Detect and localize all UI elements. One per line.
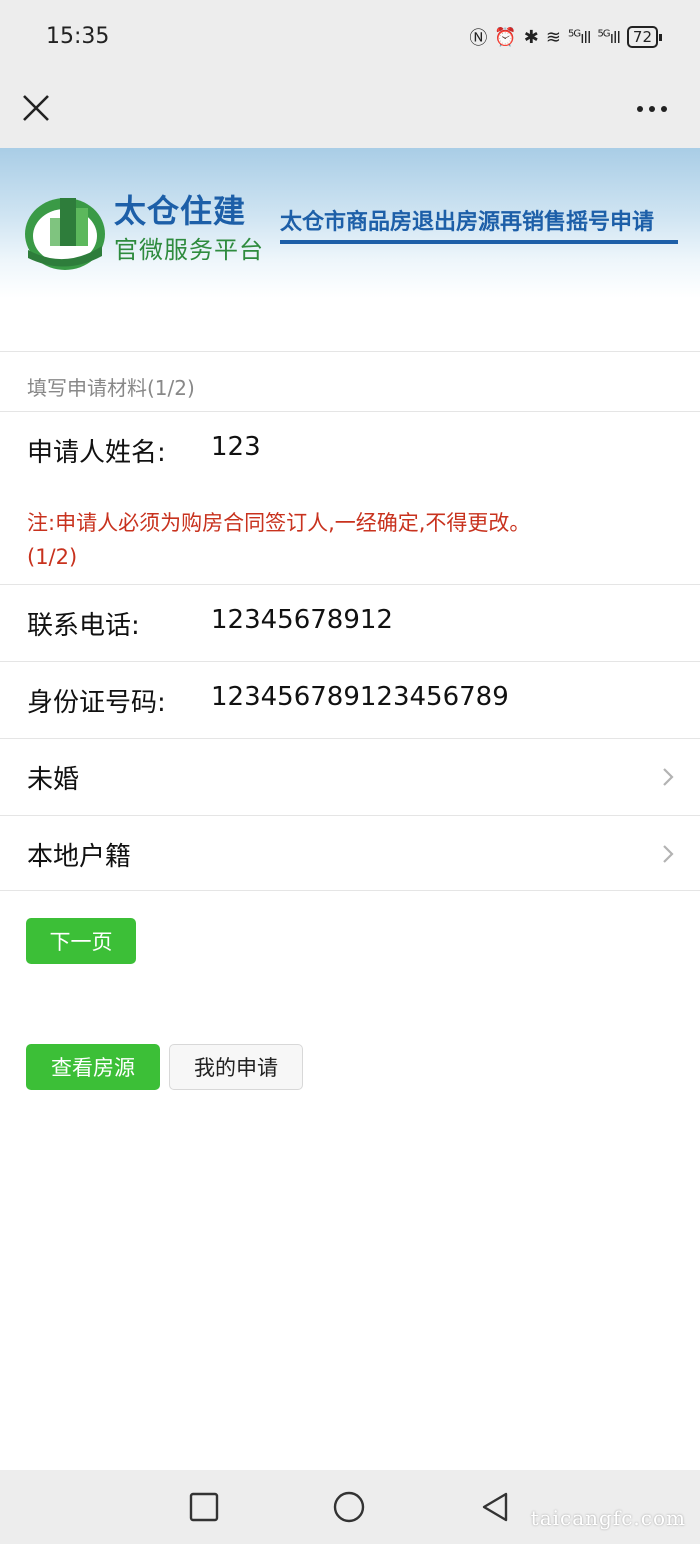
status-icons: Ⓝ ⏰ ✱ ≋ 5Gıll 5Gıll 72 bbox=[469, 24, 663, 50]
applicant-note: 注:申请人必须为购房合同签订人,一经确定,不得更改。 (1/2) bbox=[27, 506, 677, 574]
status-time: 15:35 bbox=[46, 24, 110, 49]
note-line-1: 注:申请人必须为购房合同签订人,一经确定,不得更改。 bbox=[27, 511, 531, 535]
id-number-label: 身份证号码: bbox=[27, 688, 166, 718]
brand-title: 太仓住建 bbox=[114, 192, 247, 230]
nfc-icon: Ⓝ bbox=[469, 28, 488, 49]
back-icon[interactable] bbox=[478, 1490, 512, 1524]
status-bar: 15:35 Ⓝ ⏰ ✱ ≋ 5Gıll 5Gıll 72 bbox=[0, 0, 700, 76]
phone-row[interactable]: 联系电话: 12345678912 bbox=[0, 585, 700, 661]
id-number-input[interactable]: 123456789123456789 bbox=[211, 682, 509, 712]
recent-apps-icon[interactable] bbox=[187, 1490, 221, 1524]
my-applications-button[interactable]: 我的申请 bbox=[169, 1044, 303, 1090]
bluetooth-icon: ✱ bbox=[523, 26, 539, 48]
nav-bar bbox=[0, 76, 700, 148]
applicant-name-label: 申请人姓名: bbox=[27, 438, 166, 468]
more-options-icon[interactable] bbox=[632, 94, 672, 124]
section-header: 填写申请材料(1/2) bbox=[0, 351, 700, 412]
note-line-2: (1/2) bbox=[27, 545, 78, 569]
wifi-icon: ≋ bbox=[545, 26, 561, 48]
chevron-right-icon bbox=[663, 768, 674, 786]
next-page-button[interactable]: 下一页 bbox=[26, 918, 136, 964]
cell-signal-icon-2: 5Gıll bbox=[597, 27, 620, 47]
battery-icon: 72 bbox=[626, 26, 663, 48]
watermark: taicangfc.com bbox=[530, 1506, 686, 1530]
header-banner: 太仓住建 官微服务平台 太仓市商品房退出房源再销售摇号申请 bbox=[0, 148, 700, 298]
phone-input[interactable]: 12345678912 bbox=[211, 605, 393, 635]
page-heading: 太仓市商品房退出房源再销售摇号申请 bbox=[280, 210, 655, 235]
divider bbox=[0, 890, 700, 891]
household-type-picker[interactable]: 本地户籍 bbox=[0, 816, 700, 890]
view-listings-button[interactable]: 查看房源 bbox=[26, 1044, 160, 1090]
brand-logo bbox=[25, 198, 105, 270]
home-icon[interactable] bbox=[332, 1490, 366, 1524]
system-nav-bar: taicangfc.com bbox=[0, 1470, 700, 1544]
id-number-row[interactable]: 身份证号码: 123456789123456789 bbox=[0, 662, 700, 738]
cell-signal-icon: 5Gıll bbox=[567, 27, 591, 47]
heading-underline bbox=[280, 240, 678, 244]
phone-label: 联系电话: bbox=[27, 611, 140, 641]
chevron-right-icon bbox=[663, 845, 674, 863]
applicant-name-row[interactable]: 申请人姓名: 123 bbox=[0, 412, 700, 482]
household-type-value: 本地户籍 bbox=[27, 842, 132, 872]
applicant-name-input[interactable]: 123 bbox=[211, 432, 261, 462]
alarm-icon: ⏰ bbox=[494, 26, 517, 48]
marital-status-picker[interactable]: 未婚 bbox=[0, 739, 700, 815]
section-title: 填写申请材料(1/2) bbox=[27, 376, 195, 400]
brand-subtitle: 官微服务平台 bbox=[114, 236, 264, 264]
close-icon[interactable] bbox=[18, 90, 54, 126]
marital-status-value: 未婚 bbox=[27, 765, 80, 795]
